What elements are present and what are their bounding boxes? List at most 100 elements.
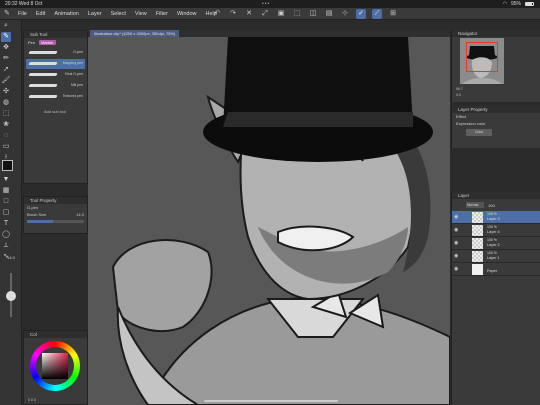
brush-mapping-pen[interactable]: Mapping pen (26, 59, 85, 69)
brush-stroke-preview (28, 73, 58, 76)
menu-edit[interactable]: Edit (36, 11, 45, 17)
brush-real-g-pen[interactable]: Real G-pen (26, 70, 85, 80)
subtool-panel: Sub Tool Pen Marker G-pen Mapping pen Re… (23, 30, 88, 184)
layer-move-tool-icon[interactable]: ✣ (1, 87, 11, 97)
transform-icon[interactable]: ⤢ (260, 9, 270, 19)
subtool-tab-pen[interactable]: Pen (26, 40, 37, 45)
layer-opacity: 100 % (487, 225, 497, 229)
menu-animation[interactable]: Animation (54, 11, 78, 17)
quick-size-knob[interactable] (6, 291, 16, 301)
stabilizer-icon[interactable]: ✓ (356, 9, 366, 19)
brush-size-slider[interactable] (27, 220, 84, 223)
text-tool-icon[interactable]: T (1, 219, 11, 229)
brush-stroke-preview (28, 62, 58, 65)
move-tool-icon[interactable]: ✥ (1, 43, 11, 53)
layer-opacity-value[interactable]: 100 (488, 203, 495, 208)
layer-name: Layer 4 (487, 230, 500, 234)
balloon-tool-icon[interactable]: ◯ (1, 230, 11, 240)
add-subtool-button[interactable]: Add sub tool (24, 103, 87, 114)
brush-textured-pen[interactable]: Textured pen (26, 92, 85, 102)
layer-thumbnail (472, 238, 483, 249)
visibility-eye-icon[interactable]: ◉ (454, 227, 460, 233)
expression-color-label: Expression color (456, 121, 486, 126)
decoration-tool-icon[interactable]: ❀ (1, 120, 11, 130)
brush-mill-pen[interactable]: Mill pen (26, 81, 85, 91)
deselect-icon[interactable]: ⬚ (292, 9, 302, 19)
navigator-thumbnail[interactable] (460, 38, 504, 84)
menu-view[interactable]: View (135, 11, 147, 17)
main-sub-color[interactable] (2, 160, 18, 176)
main-color-swatch[interactable] (2, 160, 13, 171)
ruler-icon[interactable]: ▤ (324, 9, 334, 19)
multitask-dots[interactable]: ••• (262, 1, 270, 7)
fill-icon[interactable]: ▣ (276, 9, 286, 19)
menu-filter[interactable]: Filter (156, 11, 168, 17)
app-menu-icon[interactable]: ✎ (4, 9, 13, 18)
ruler-tool-icon[interactable]: ⟂ (1, 241, 11, 251)
navigator-title: Navigator (452, 30, 540, 37)
frame-tool-icon[interactable]: ▢ (1, 208, 11, 218)
menu-layer[interactable]: Layer (88, 11, 102, 17)
menu-select[interactable]: Select (111, 11, 126, 17)
layer-row[interactable]: ◉ 100 % Layer 4 (452, 224, 540, 237)
redo-icon[interactable]: ↷ (228, 9, 238, 19)
navigator-zoom-row[interactable]: 66.7 (456, 87, 463, 91)
gradient-tool-icon[interactable]: ▦ (1, 186, 11, 196)
selection-tool-icon[interactable]: ⬚ (1, 109, 11, 119)
subtool-tabs: Pen Marker (24, 38, 87, 47)
saturation-value-square[interactable] (42, 353, 68, 379)
visibility-eye-icon[interactable]: ◉ (454, 266, 460, 272)
layer-name: Paper (487, 269, 498, 273)
home-indicator[interactable] (204, 400, 338, 402)
snap-icon[interactable]: ⊹ (340, 9, 350, 19)
layer-opacity: 100 % (487, 251, 497, 255)
eraser-tool-icon[interactable]: ▭ (1, 142, 11, 152)
layer-row[interactable]: ◉ 100 % Layer 3 (452, 211, 540, 224)
fill-tool-icon[interactable]: ▼ (1, 175, 11, 185)
visibility-eye-icon[interactable]: ◉ (454, 253, 460, 259)
lasso-tool-icon[interactable]: ◌ (1, 131, 11, 141)
snap-ruler-icon[interactable]: ⟋ (372, 9, 382, 19)
brush-size-row: Brush Size 14.0 (24, 211, 87, 218)
operation-tool-icon[interactable]: ➚ (1, 65, 11, 75)
document-tab[interactable]: Illustration.clip* (4200 x 2000px, 350dp… (90, 30, 180, 37)
layer-property-title: Layer Property (452, 106, 540, 113)
navigator-angle-value: 0.0 (456, 93, 461, 97)
navigator-panel: Navigator 66.7 0.0 (451, 30, 540, 102)
menu-file[interactable]: File (18, 11, 27, 17)
layer-toolbar: Normal 100 (452, 199, 540, 211)
layer-thumbnail (472, 225, 483, 236)
visibility-eye-icon[interactable]: ◉ (454, 214, 460, 220)
brush-name: Mapping pen (62, 61, 83, 65)
airbrush-tool-icon[interactable]: ◍ (1, 98, 11, 108)
layer-row[interactable]: ◉ 100 % Layer 1 (452, 250, 540, 263)
expression-color-select[interactable]: Color (466, 129, 492, 136)
navigator-angle-row[interactable]: 0.0 (456, 93, 463, 97)
clear-icon[interactable]: ✕ (244, 9, 254, 19)
drawing-canvas[interactable] (88, 37, 450, 405)
layer-opacity: 100 % (487, 212, 497, 216)
brush-size-quick-slider[interactable]: 14.0 (4, 255, 18, 325)
navigator-view-frame[interactable] (466, 42, 498, 72)
battery-icon (525, 2, 534, 6)
zoom-tool-icon[interactable]: ⌕ (1, 21, 11, 31)
layer-thumbnail (472, 251, 483, 262)
invert-selection-icon[interactable]: ◫ (308, 9, 318, 19)
blend-mode-select[interactable]: Normal (466, 202, 484, 208)
figure-tool-icon[interactable]: □ (1, 197, 11, 207)
layer-name: Layer 2 (487, 243, 500, 247)
pen-tool-icon[interactable]: ✎ (1, 32, 11, 42)
brush-stroke-preview (28, 95, 58, 98)
layer-row-paper[interactable]: ◉ Paper (452, 263, 540, 276)
pencil-tool-icon[interactable]: ✏ (1, 54, 11, 64)
brush-size-value: 14.0 (76, 212, 84, 217)
brush-tool-icon[interactable]: 🖌 (1, 76, 11, 86)
subtool-tab-marker[interactable]: Marker (39, 40, 56, 45)
menu-window[interactable]: Window (177, 11, 197, 17)
layer-row[interactable]: ◉ 100 % Layer 2 (452, 237, 540, 250)
snap-grid-icon[interactable]: ⊞ (388, 9, 398, 19)
brush-stroke-preview (28, 51, 58, 54)
undo-icon[interactable]: ↶ (212, 9, 222, 19)
visibility-eye-icon[interactable]: ◉ (454, 240, 460, 246)
brush-g-pen[interactable]: G-pen (26, 48, 85, 58)
